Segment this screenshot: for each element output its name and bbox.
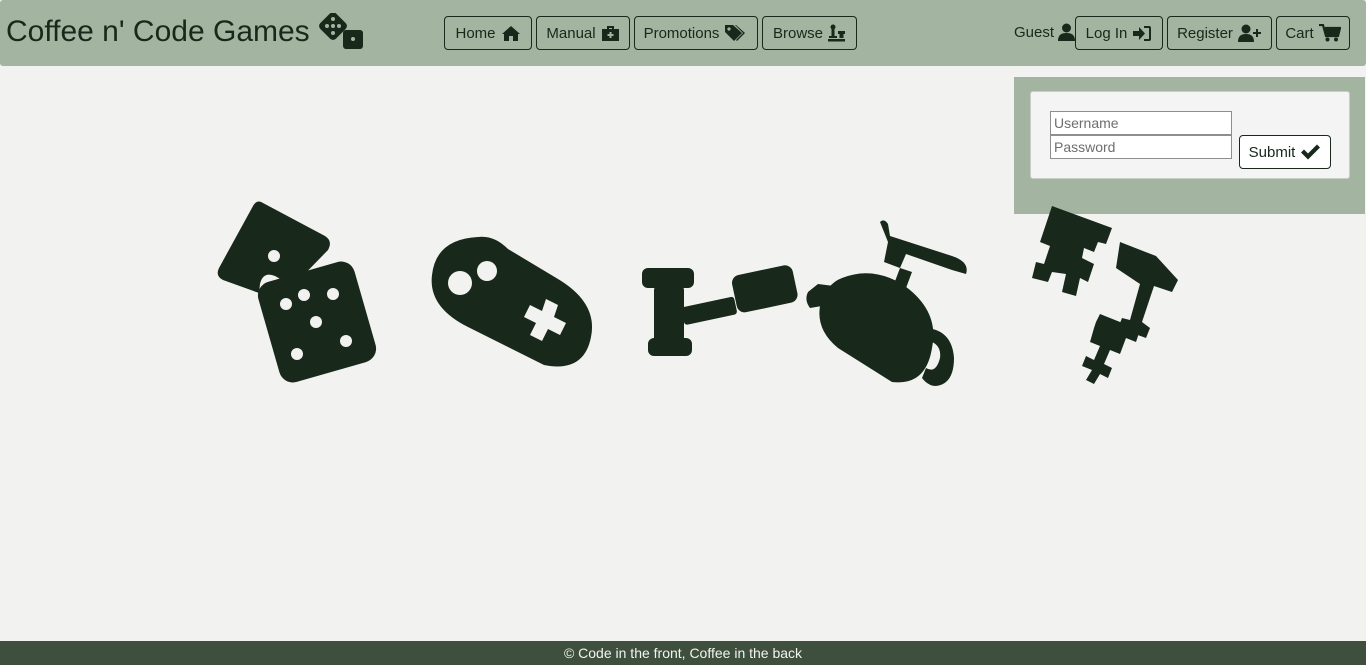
dice-icon <box>318 13 363 49</box>
cart-button[interactable]: Cart <box>1276 16 1350 50</box>
user-plus-icon <box>1237 24 1261 42</box>
dice-icon <box>217 201 377 383</box>
tags-icon <box>725 25 746 41</box>
login-label: Log In <box>1085 24 1128 42</box>
shopping-cart-icon <box>1318 24 1341 42</box>
nav-manual-label: Manual <box>546 24 596 42</box>
chess-icon <box>828 24 846 42</box>
guest-status: Guest <box>1014 20 1076 44</box>
gavel-icon <box>642 265 798 356</box>
username-input[interactable] <box>1050 111 1232 135</box>
gamepad-icon <box>431 236 593 367</box>
submit-button[interactable]: Submit <box>1239 135 1331 169</box>
nav-browse-label: Browse <box>772 24 824 42</box>
nav-home-button[interactable]: Home <box>444 16 532 50</box>
password-input[interactable] <box>1050 135 1232 159</box>
user-icon <box>1058 23 1076 41</box>
submit-label: Submit <box>1248 143 1296 161</box>
nav-home-label: Home <box>455 24 496 42</box>
check-icon <box>1301 144 1321 160</box>
footer-text: © Code in the front, Coffee in the back <box>563 645 803 661</box>
navbar: Coffee n' Code Games Home Manual Promoti… <box>0 0 1366 66</box>
sign-in-icon <box>1133 25 1152 41</box>
register-button[interactable]: Register <box>1167 16 1272 50</box>
footer: © Code in the front, Coffee in the back <box>0 641 1366 665</box>
first-aid-kit-icon <box>601 25 619 41</box>
cart-label: Cart <box>1285 24 1314 42</box>
guest-label: Guest <box>1014 23 1055 41</box>
chess-pieces-icon <box>1032 206 1178 384</box>
login-panel: Submit <box>1014 77 1365 214</box>
fire-extinguisher-icon <box>806 220 967 386</box>
register-label: Register <box>1177 24 1233 42</box>
brand[interactable]: Coffee n' Code Games <box>6 11 366 53</box>
brand-title: Coffee n' Code Games <box>6 15 310 48</box>
login-button[interactable]: Log In <box>1075 16 1163 50</box>
nav-browse-button[interactable]: Browse <box>762 16 857 50</box>
login-form: Submit <box>1030 91 1350 179</box>
nav-manual-button[interactable]: Manual <box>536 16 630 50</box>
home-icon <box>501 25 520 41</box>
nav-promotions-label: Promotions <box>643 24 720 42</box>
nav-promotions-button[interactable]: Promotions <box>634 16 758 50</box>
